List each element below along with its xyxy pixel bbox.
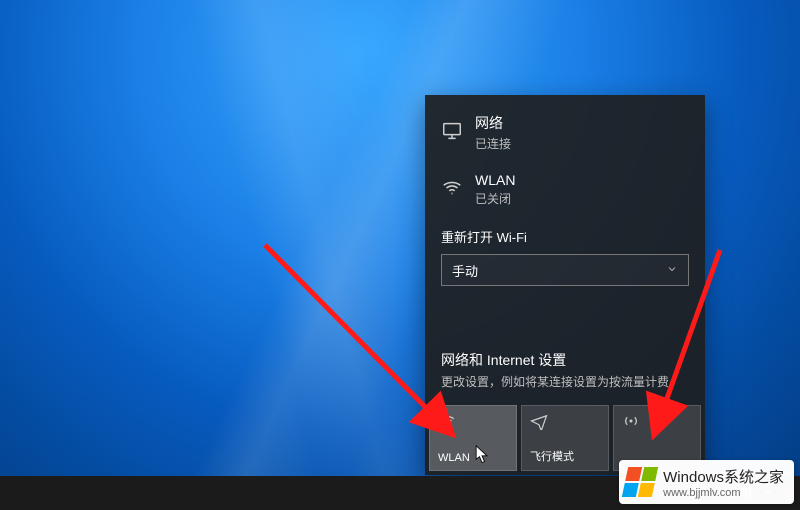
watermark: Windows系统之家 www.bjjmlv.com [619,460,794,504]
wifi-off-icon [441,177,463,202]
watermark-url: www.bjjmlv.com [663,487,784,499]
connection-item-wlan[interactable]: WLAN 已关闭 [425,162,705,217]
tile-label: WLAN [438,452,508,464]
connection-item-ethernet[interactable]: 网络 已连接 [425,103,705,162]
cursor-icon [475,445,489,465]
tile-label: 飞行模式 [530,448,600,464]
network-settings-link[interactable]: 网络和 Internet 设置 更改设置，例如将某连接设置为按流量计费。 [425,342,705,401]
watermark-title: Windows系统之家 [663,466,784,487]
tile-airplane[interactable]: 飞行模式 [521,405,609,471]
hotspot-icon [622,412,692,433]
wifi-icon [438,412,508,433]
network-flyout: 网络 已连接 WLAN 已关闭 重新打开 Wi-Fi 手动 [425,95,705,475]
connection-title: 网络 [475,113,511,133]
connection-status: 已连接 [475,135,511,152]
windows-logo-icon [622,467,658,497]
monitor-icon [441,120,463,145]
select-value: 手动 [452,261,478,280]
airplane-icon [530,412,600,433]
reopen-wifi-label: 重新打开 Wi-Fi [425,221,705,250]
settings-heading: 网络和 Internet 设置 [441,350,689,370]
connection-status: 已关闭 [475,190,515,207]
reopen-wifi-select[interactable]: 手动 [441,254,689,286]
chevron-down-icon [666,263,678,278]
settings-desc: 更改设置，例如将某连接设置为按流量计费。 [441,374,689,391]
tile-wlan[interactable]: WLAN [429,405,517,471]
connection-title: WLAN [475,172,515,188]
connection-list: 网络 已连接 WLAN 已关闭 [425,95,705,221]
